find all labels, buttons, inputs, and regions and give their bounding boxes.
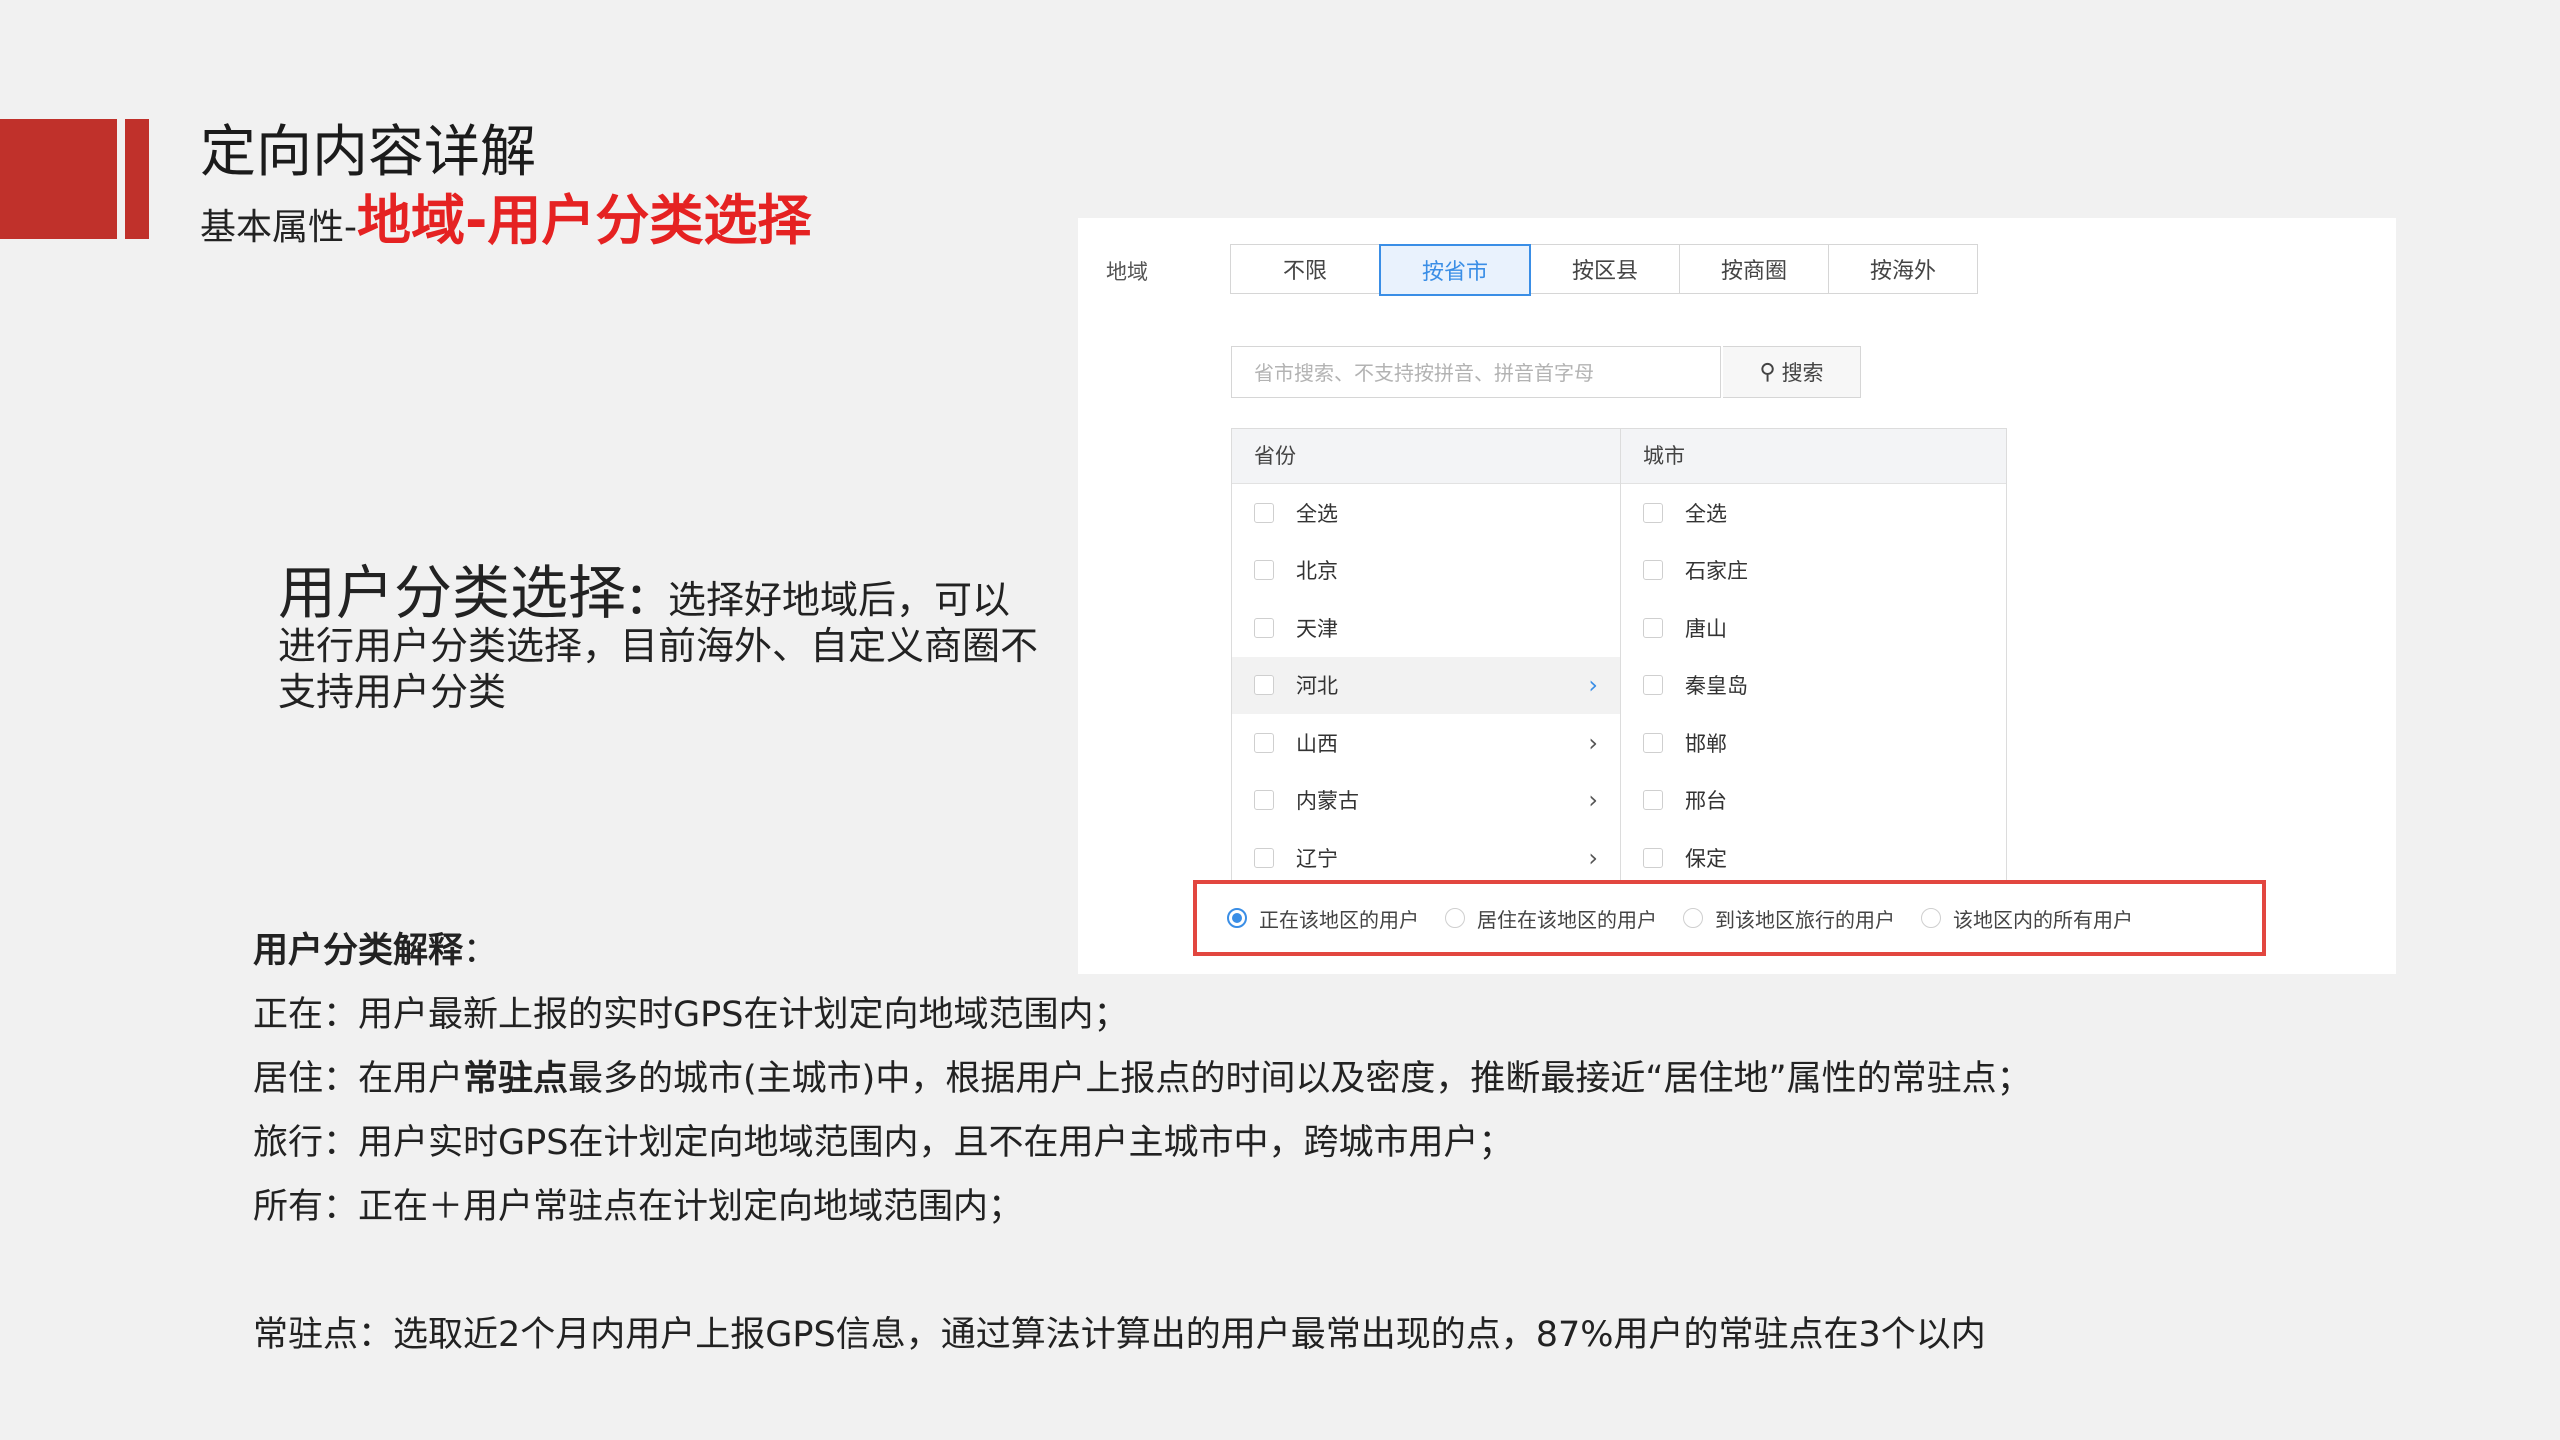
checkbox[interactable]: [1254, 732, 1274, 753]
explanation-title: 用户分类解释：: [253, 922, 498, 973]
checkbox[interactable]: [1254, 560, 1274, 581]
city-label: 石家庄: [1685, 559, 1748, 584]
city-label: 保定: [1685, 846, 1727, 871]
chevron-right-icon: ›: [1588, 786, 1598, 815]
explanation-resident-b: 最多的城市(主城市)中，根据用户上报点的时间以及密度，推断最接近“居住地”属性的…: [568, 1059, 2032, 1099]
city-label: 全选: [1685, 501, 1727, 526]
region-type-tabs: 不限 按省市 按区县 按商圈 按海外: [1230, 244, 1978, 296]
province-label: 山西: [1296, 731, 1338, 756]
radio-label[interactable]: 正在该地区的用户: [1259, 904, 1419, 933]
search-icon: ⚲: [1759, 359, 1776, 385]
tab-by-business-area[interactable]: 按商圈: [1679, 244, 1829, 294]
checkbox[interactable]: [1254, 790, 1274, 811]
slide-title: 定向内容详解: [200, 120, 536, 185]
explanation-resident-bold: 常驻点: [463, 1059, 569, 1099]
city-row[interactable]: 唐山: [1621, 599, 2006, 657]
city-label: 唐山: [1685, 616, 1727, 641]
province-row[interactable]: 内蒙古 ›: [1232, 772, 1620, 830]
region-targeting-panel: 地域 不限 按省市 按区县 按商圈 按海外 省市搜索、不支持按拼音、拼音首字母 …: [1078, 218, 2396, 974]
province-label: 内蒙古: [1296, 789, 1359, 814]
accent-bar: [125, 119, 149, 239]
explanation-travel: 旅行：用户实时GPS在计划定向地域范围内，且不在用户主城市中，跨城市用户；: [253, 1123, 1514, 1163]
radio-traveling-users[interactable]: [1683, 908, 1703, 928]
tab-by-overseas[interactable]: 按海外: [1828, 244, 1978, 294]
city-header: 城市: [1621, 429, 2006, 484]
subtitle-prefix: 基本属性-: [200, 207, 357, 248]
city-label: 邢台: [1685, 789, 1727, 814]
province-label: 全选: [1296, 501, 1338, 526]
checkbox[interactable]: [1254, 847, 1274, 868]
tab-by-province-city[interactable]: 按省市: [1379, 244, 1531, 296]
province-label: 天津: [1296, 616, 1338, 641]
search-button-label: 搜索: [1781, 361, 1824, 385]
description-heading: 用户分类选择: [278, 559, 627, 627]
checkbox[interactable]: [1254, 502, 1274, 523]
radio-present-users[interactable]: [1227, 908, 1247, 928]
province-row[interactable]: 北京: [1232, 542, 1620, 600]
city-row[interactable]: 全选: [1621, 484, 2006, 542]
explanation-resident: 居住：在用户常驻点最多的城市(主城市)中，根据用户上报点的时间以及密度，推断最接…: [253, 1050, 2032, 1101]
radio-all-users[interactable]: [1921, 908, 1941, 928]
checkbox[interactable]: [1254, 617, 1274, 638]
description: 用户分类选择：选择好地域后，可以进行用户分类选择，目前海外、自定义商圈不支持用户…: [278, 564, 1038, 715]
city-row[interactable]: 保定: [1621, 829, 2006, 887]
province-label: 辽宁: [1296, 846, 1338, 871]
city-row[interactable]: 邢台: [1621, 772, 2006, 830]
explanation-resident-a: 居住：在用户: [253, 1059, 464, 1099]
checkbox[interactable]: [1643, 790, 1663, 811]
region-list: 省份 全选 北京 天津 河北 › 山西 › 内蒙古 › 辽宁 › 城市 全选 石家庄 唐…: [1231, 428, 2007, 902]
city-column: 城市 全选 石家庄 唐山 秦皇岛 邯郸 邢台 保定: [1621, 429, 2006, 901]
description-colon: ：: [626, 574, 669, 623]
province-row[interactable]: 辽宁 ›: [1232, 829, 1620, 887]
subtitle-highlight: 地域-用户分类选择: [357, 189, 812, 252]
radio-label[interactable]: 到该地区旅行的用户: [1715, 904, 1895, 933]
province-row[interactable]: 河北 ›: [1232, 656, 1620, 714]
explanation-title-colon: ：: [463, 931, 499, 971]
radio-resident-users[interactable]: [1445, 908, 1465, 928]
explanation-present: 正在：用户最新上报的实时GPS在计划定向地域范围内；: [253, 995, 1129, 1035]
checkbox[interactable]: [1643, 617, 1663, 638]
city-row[interactable]: 秦皇岛: [1621, 657, 2006, 715]
checkbox[interactable]: [1643, 732, 1663, 753]
region-label: 地域: [1106, 260, 1148, 284]
explanation-title-text: 用户分类解释: [253, 931, 464, 971]
region-search-input[interactable]: 省市搜索、不支持按拼音、拼音首字母: [1231, 346, 1721, 398]
province-label: 河北: [1296, 674, 1338, 699]
city-label: 邯郸: [1685, 731, 1727, 756]
city-label: 秦皇岛: [1685, 674, 1748, 699]
province-row[interactable]: 山西 ›: [1232, 714, 1620, 772]
explanation-all: 所有：正在＋用户常驻点在计划定向地域范围内；: [253, 1187, 1024, 1227]
province-row[interactable]: 天津: [1232, 599, 1620, 657]
search-button[interactable]: ⚲ 搜索: [1723, 346, 1861, 398]
user-type-radio-group: 正在该地区的用户 居住在该地区的用户 到该地区旅行的用户 该地区内的所有用户: [1227, 898, 2159, 938]
radio-label[interactable]: 该地区内的所有用户: [1953, 904, 2133, 933]
checkbox[interactable]: [1254, 675, 1274, 696]
slide-subtitle: 基本属性-地域-用户分类选择: [200, 186, 811, 269]
explanation-resident-point: 常驻点：选取近2个月内用户上报GPS信息，通过算法计算出的用户最常出现的点，87…: [253, 1315, 1986, 1355]
checkbox[interactable]: [1643, 560, 1663, 581]
province-header: 省份: [1232, 429, 1620, 484]
chevron-right-icon: ›: [1588, 728, 1598, 757]
tab-unlimited[interactable]: 不限: [1230, 244, 1380, 294]
chevron-right-icon: ›: [1588, 843, 1598, 872]
city-row[interactable]: 邯郸: [1621, 714, 2006, 772]
checkbox[interactable]: [1643, 847, 1663, 868]
tab-by-district[interactable]: 按区县: [1530, 244, 1680, 294]
province-label: 北京: [1296, 559, 1338, 584]
province-column: 省份 全选 北京 天津 河北 › 山西 › 内蒙古 › 辽宁 ›: [1232, 429, 1621, 901]
radio-label[interactable]: 居住在该地区的用户: [1477, 904, 1657, 933]
checkbox[interactable]: [1643, 675, 1663, 696]
chevron-right-icon: ›: [1588, 671, 1598, 700]
province-row[interactable]: 全选: [1232, 484, 1620, 542]
accent-block: [0, 119, 117, 239]
city-row[interactable]: 石家庄: [1621, 542, 2006, 600]
checkbox[interactable]: [1643, 502, 1663, 523]
